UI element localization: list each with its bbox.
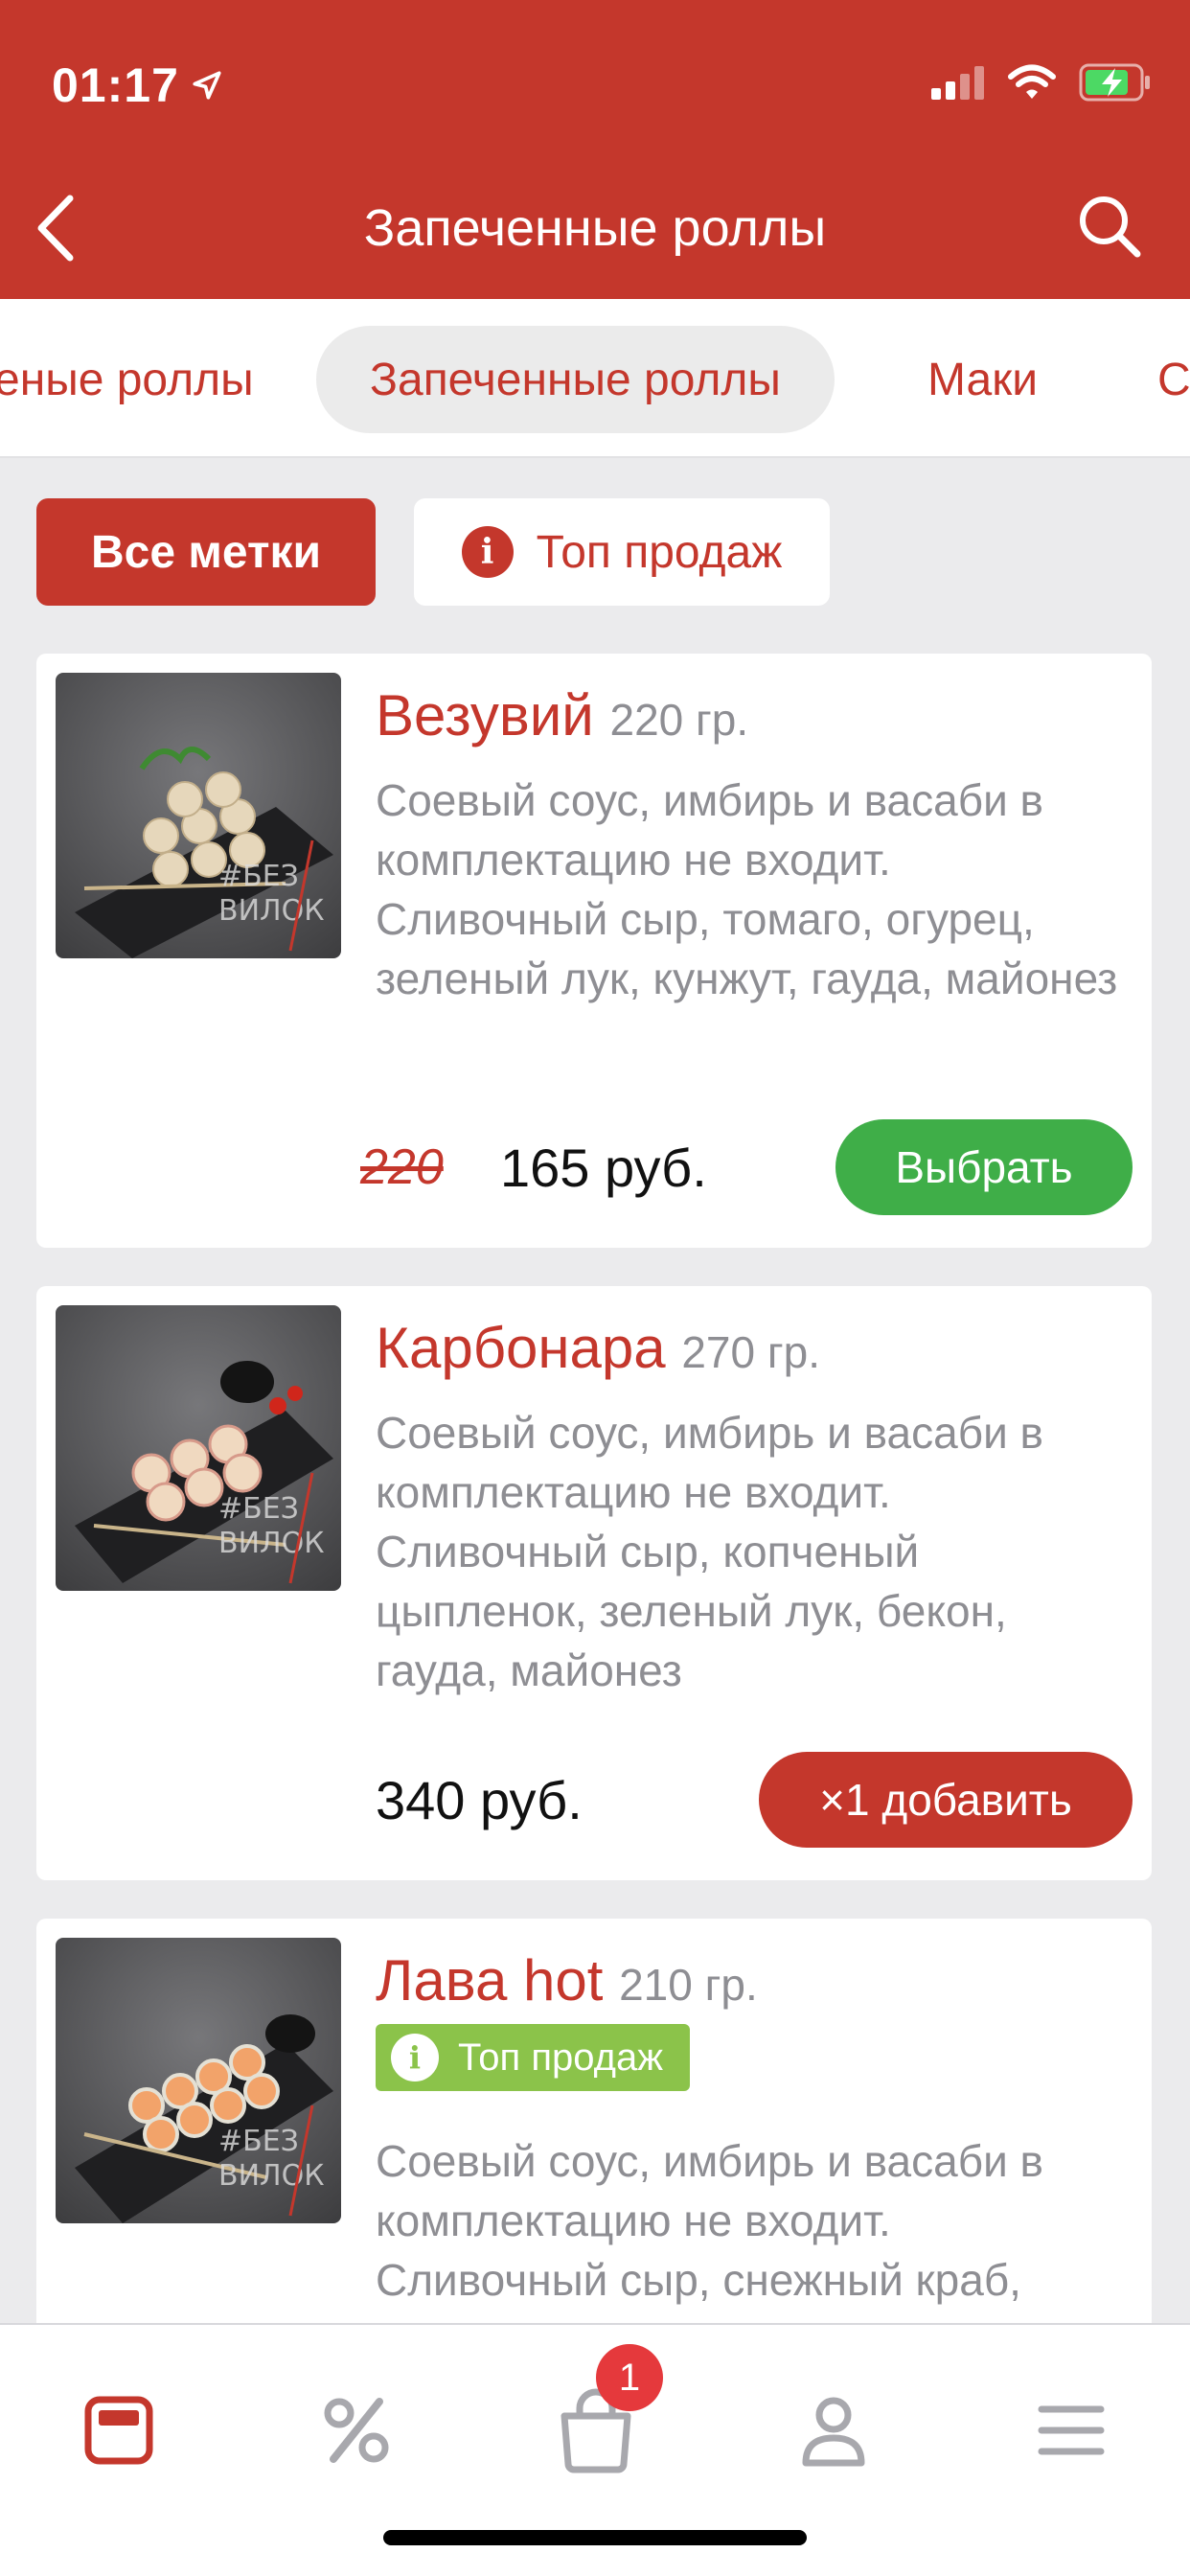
add-to-cart-button[interactable]: ×1 добавить [759, 1752, 1133, 1848]
status-time-text: 01:17 [52, 58, 179, 112]
product-name: Везувий [376, 683, 594, 748]
app-header: 01:17 Запеченные роллы [0, 0, 1190, 299]
info-icon: i [461, 526, 514, 578]
home-indicator [383, 2530, 807, 2545]
product-image: #БЕЗ ВИЛОК [56, 1938, 341, 2223]
product-price: 165 руб. [500, 1138, 707, 1198]
product-title: Карбонара 270 гр. [376, 1315, 820, 1381]
wifi-icon [1008, 64, 1056, 99]
category-tabs: еные роллы Запеченные роллы Маки С [0, 299, 1190, 458]
cart-count-badge: 1 [596, 2344, 663, 2411]
product-price: 340 руб. [376, 1770, 583, 1830]
status-icons [931, 63, 1152, 102]
product-weight: 220 гр. [609, 695, 749, 745]
filter-top-sales-button[interactable]: i Топ продаж [414, 498, 830, 606]
filter-top-sales-label: Топ продаж [536, 526, 783, 578]
menu-book-icon [84, 2396, 153, 2465]
product-name: Лава hot [376, 1948, 604, 2012]
product-card[interactable]: #БЕЗ ВИЛОК Лава hot 210 гр. i Топ продаж… [36, 1919, 1152, 2359]
svg-text:ВИЛОК: ВИЛОК [218, 1527, 325, 1560]
tab-menu[interactable] [61, 2373, 176, 2488]
tab-category-prev[interactable]: еные роллы [0, 326, 254, 433]
product-name: Карбонара [376, 1316, 666, 1380]
product-description: Соевый соус, имбирь и васаби в комплекта… [376, 2136, 1043, 2305]
product-title: Везувий 220 гр. [376, 682, 748, 748]
tab-baked-rolls[interactable]: Запеченные роллы [316, 326, 835, 433]
product-card[interactable]: #БЕЗ ВИЛОК Везувий 220 гр. Соевый соус, … [36, 654, 1152, 1248]
product-image: #БЕЗ ВИЛОК [56, 1305, 341, 1591]
top-sales-badge-label: Топ продаж [458, 2036, 663, 2079]
location-arrow-icon [193, 71, 221, 100]
svg-text:#БЕЗ: #БЕЗ [218, 860, 299, 893]
svg-text:#БЕЗ: #БЕЗ [218, 1492, 299, 1526]
svg-text:ВИЛОК: ВИЛОК [218, 2159, 325, 2193]
product-description: Соевый соус, имбирь и васаби в комплекта… [376, 1408, 1043, 1695]
old-price: 220 [360, 1139, 444, 1195]
search-icon [1080, 196, 1141, 258]
product-card[interactable]: #БЕЗ ВИЛОК Карбонара 270 гр. Соевый соус… [36, 1286, 1152, 1880]
tab-category-next[interactable]: С [1157, 326, 1190, 433]
cellular-signal-icon [931, 66, 984, 100]
product-weight: 210 гр. [619, 1960, 758, 2010]
info-icon: i [391, 2034, 439, 2082]
product-description: Соевый соус, имбирь и васаби в комплекта… [376, 775, 1118, 1003]
hamburger-menu-icon [1038, 2405, 1105, 2455]
filter-all-tags-button[interactable]: Все метки [36, 498, 376, 606]
svg-text:ВИЛОК: ВИЛОК [218, 894, 325, 928]
tab-maki[interactable]: Маки [927, 326, 1038, 433]
tab-profile[interactable] [776, 2373, 891, 2488]
top-sales-badge: i Топ продаж [376, 2024, 690, 2091]
product-image: #БЕЗ ВИЛОК [56, 673, 341, 958]
tab-more[interactable] [1014, 2373, 1129, 2488]
svg-text:#БЕЗ: #БЕЗ [218, 2125, 299, 2158]
status-time: 01:17 [52, 58, 223, 113]
product-weight: 270 гр. [681, 1327, 821, 1377]
battery-charging-icon [1079, 63, 1150, 102]
search-button[interactable] [1071, 188, 1148, 264]
user-icon [802, 2397, 865, 2467]
percent-icon [324, 2398, 389, 2463]
product-title: Лава hot 210 гр. [376, 1947, 758, 2013]
page-title: Запеченные роллы [363, 199, 827, 257]
tab-promotions[interactable] [299, 2373, 414, 2488]
select-button[interactable]: Выбрать [835, 1119, 1133, 1215]
